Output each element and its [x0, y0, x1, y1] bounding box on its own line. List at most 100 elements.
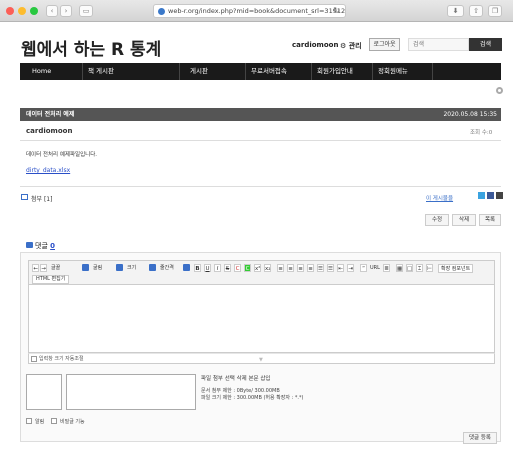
list-button[interactable]: 목록 [479, 214, 501, 226]
autosize-checkbox[interactable] [31, 356, 37, 362]
divider-line-icon[interactable]: ≣ [383, 264, 390, 272]
unordered-list-icon[interactable]: ☰ [327, 264, 334, 272]
indent-icon[interactable]: ⇥ [347, 264, 354, 272]
search-input[interactable] [408, 38, 469, 51]
site-title[interactable]: 웹에서 하는 R 통계 [21, 35, 161, 60]
post-title: 데이터 전처리 예제 [26, 111, 75, 118]
tabs-icon[interactable]: ❐ [488, 5, 502, 17]
extension-component-button[interactable]: 확장 컴포넌트 [438, 264, 474, 273]
edit-button[interactable]: 수정 [425, 214, 449, 226]
url-button[interactable]: URL [370, 264, 380, 273]
divider [20, 186, 501, 187]
more-share-icon[interactable] [496, 192, 503, 199]
facebook-icon[interactable] [487, 192, 494, 199]
html-editor-button[interactable]: HTML 편집기 [32, 275, 70, 284]
strikethrough-icon[interactable]: S [224, 264, 231, 272]
align-left-icon[interactable]: ≡ [277, 264, 284, 272]
delete-button[interactable]: 삭제 [452, 214, 476, 226]
align-center-icon[interactable]: ≡ [287, 264, 294, 272]
redo-icon[interactable]: → [40, 264, 47, 272]
font-color-icon[interactable]: C [234, 264, 241, 272]
forward-arrow-icon[interactable]: › [60, 5, 72, 17]
ordered-list-icon[interactable]: ☰ [317, 264, 324, 272]
superscript-icon[interactable]: x² [254, 264, 261, 272]
back-arrow-icon[interactable]: ‹ [46, 5, 58, 17]
autosize-bar: 입력창 크기 자동조절 ▼ [28, 353, 495, 364]
outdent-icon[interactable]: ⇤ [337, 264, 344, 272]
nav-divider [179, 63, 180, 80]
attachment-count[interactable]: 첨부 [1] [31, 194, 52, 203]
admin-label: 관리 [348, 42, 362, 50]
sidebar-icon[interactable]: ▭ [79, 5, 93, 17]
logout-button[interactable]: 로그아웃 [369, 38, 400, 51]
search-button[interactable]: 검색 [469, 38, 502, 51]
box-icon[interactable]: □ [406, 264, 413, 272]
file-upload-controls[interactable]: 파일 첨부 선택 삭제 본문 삽입 [201, 374, 270, 382]
chevron-down-icon[interactable] [149, 264, 156, 271]
autosize-label: 입력창 크기 자동조절 [39, 356, 84, 362]
nav-item-signup[interactable]: 회원가입안내 [317, 63, 353, 80]
settings-icon[interactable] [496, 87, 503, 94]
nav-divider [432, 63, 433, 80]
comment-icon [26, 242, 33, 248]
nav-item-book-board[interactable]: 책 게시판 [88, 63, 114, 80]
font-size-select[interactable]: 크기 [127, 264, 136, 273]
nav-item-board[interactable]: 게시판 [190, 63, 208, 80]
align-justify-icon[interactable]: ≡ [307, 264, 314, 272]
chevron-down-icon[interactable] [183, 264, 190, 271]
address-bar[interactable]: web-r.org/index.php?mid=book&document_sr… [153, 4, 346, 18]
nav-item-free-server[interactable]: 무료서버접속 [251, 63, 287, 80]
editor-toolbar: ← → 글꼴 굴림 크기 줄간격 B U I S C C x² x₂ ≡ ≡ ≡… [28, 260, 495, 285]
nav-divider [245, 63, 246, 80]
line-height-select[interactable]: 줄간격 [160, 264, 174, 273]
nav-divider [311, 63, 312, 80]
secret-label: 비밀글 기능 [60, 419, 85, 425]
notify-checkbox[interactable] [26, 418, 32, 424]
chevron-down-icon[interactable] [116, 264, 123, 271]
upload-limits: 문서 첨부 제한 : 0Byte/ 300.00MB 파일 크기 제한 : 30… [201, 388, 303, 402]
comments-heading: 댓글 0 [35, 241, 55, 251]
main-nav: Home 책 게시판 게시판 무료서버접속 회원가입안내 정회원메뉴 [20, 63, 501, 80]
comment-textarea[interactable] [28, 285, 495, 353]
italic-icon[interactable]: I [214, 264, 221, 272]
minimize-window-icon[interactable] [18, 7, 26, 15]
reload-icon[interactable]: ↻ [333, 6, 340, 15]
file-preview [26, 374, 62, 410]
twitter-icon[interactable] [478, 192, 485, 199]
undo-icon[interactable]: ← [32, 264, 39, 272]
bold-icon[interactable]: B [194, 264, 201, 272]
close-window-icon[interactable] [6, 7, 14, 15]
secret-checkbox[interactable] [51, 418, 57, 424]
username[interactable]: cardiomoon [292, 41, 338, 49]
this-post-link[interactable]: 이 게시물을 [426, 194, 453, 202]
submit-comment-button[interactable]: 댓글 등록 [463, 432, 497, 444]
upload-limit-doc: 문서 첨부 제한 : 0Byte/ 300.00MB [201, 388, 280, 394]
admin-link[interactable]: ⚙ 관리 [340, 41, 362, 51]
resize-grip-icon[interactable]: ▼ [259, 357, 263, 363]
cell-icon[interactable]: ⌶ [416, 264, 423, 272]
post-author[interactable]: cardiomoon [26, 127, 72, 135]
file-list[interactable] [66, 374, 196, 410]
zoom-window-icon[interactable] [30, 7, 38, 15]
table-icon[interactable]: ▦ [396, 264, 403, 272]
column-icon[interactable]: ⊢ [426, 264, 433, 272]
subscript-icon[interactable]: x₂ [264, 264, 271, 272]
font-family-select[interactable]: 굴림 [93, 264, 102, 273]
post-content: 데이터 전처리 예제파일입니다. [26, 152, 98, 158]
site-globe-icon [158, 8, 165, 15]
nav-item-home[interactable]: Home [32, 63, 51, 80]
highlight-icon[interactable]: C [244, 264, 251, 272]
share-icon[interactable]: ⇧ [469, 5, 483, 17]
quote-icon[interactable]: “ [360, 264, 367, 272]
chevron-down-icon[interactable] [82, 264, 89, 271]
nav-item-member-menu[interactable]: 정회원메뉴 [378, 63, 408, 80]
align-right-icon[interactable]: ≡ [297, 264, 304, 272]
attached-file-link[interactable]: dirty_data.xlsx [26, 167, 70, 174]
font-select[interactable]: 글꼴 [51, 264, 60, 273]
attachment-icon [21, 194, 28, 200]
downloads-icon[interactable]: ⬇ [447, 5, 464, 17]
notify-label: 알림 [35, 419, 45, 425]
browser-toolbar: ‹ › ▭ web-r.org/index.php?mid=book&docum… [0, 0, 513, 22]
underline-icon[interactable]: U [204, 264, 211, 272]
comment-count[interactable]: 0 [50, 242, 55, 250]
